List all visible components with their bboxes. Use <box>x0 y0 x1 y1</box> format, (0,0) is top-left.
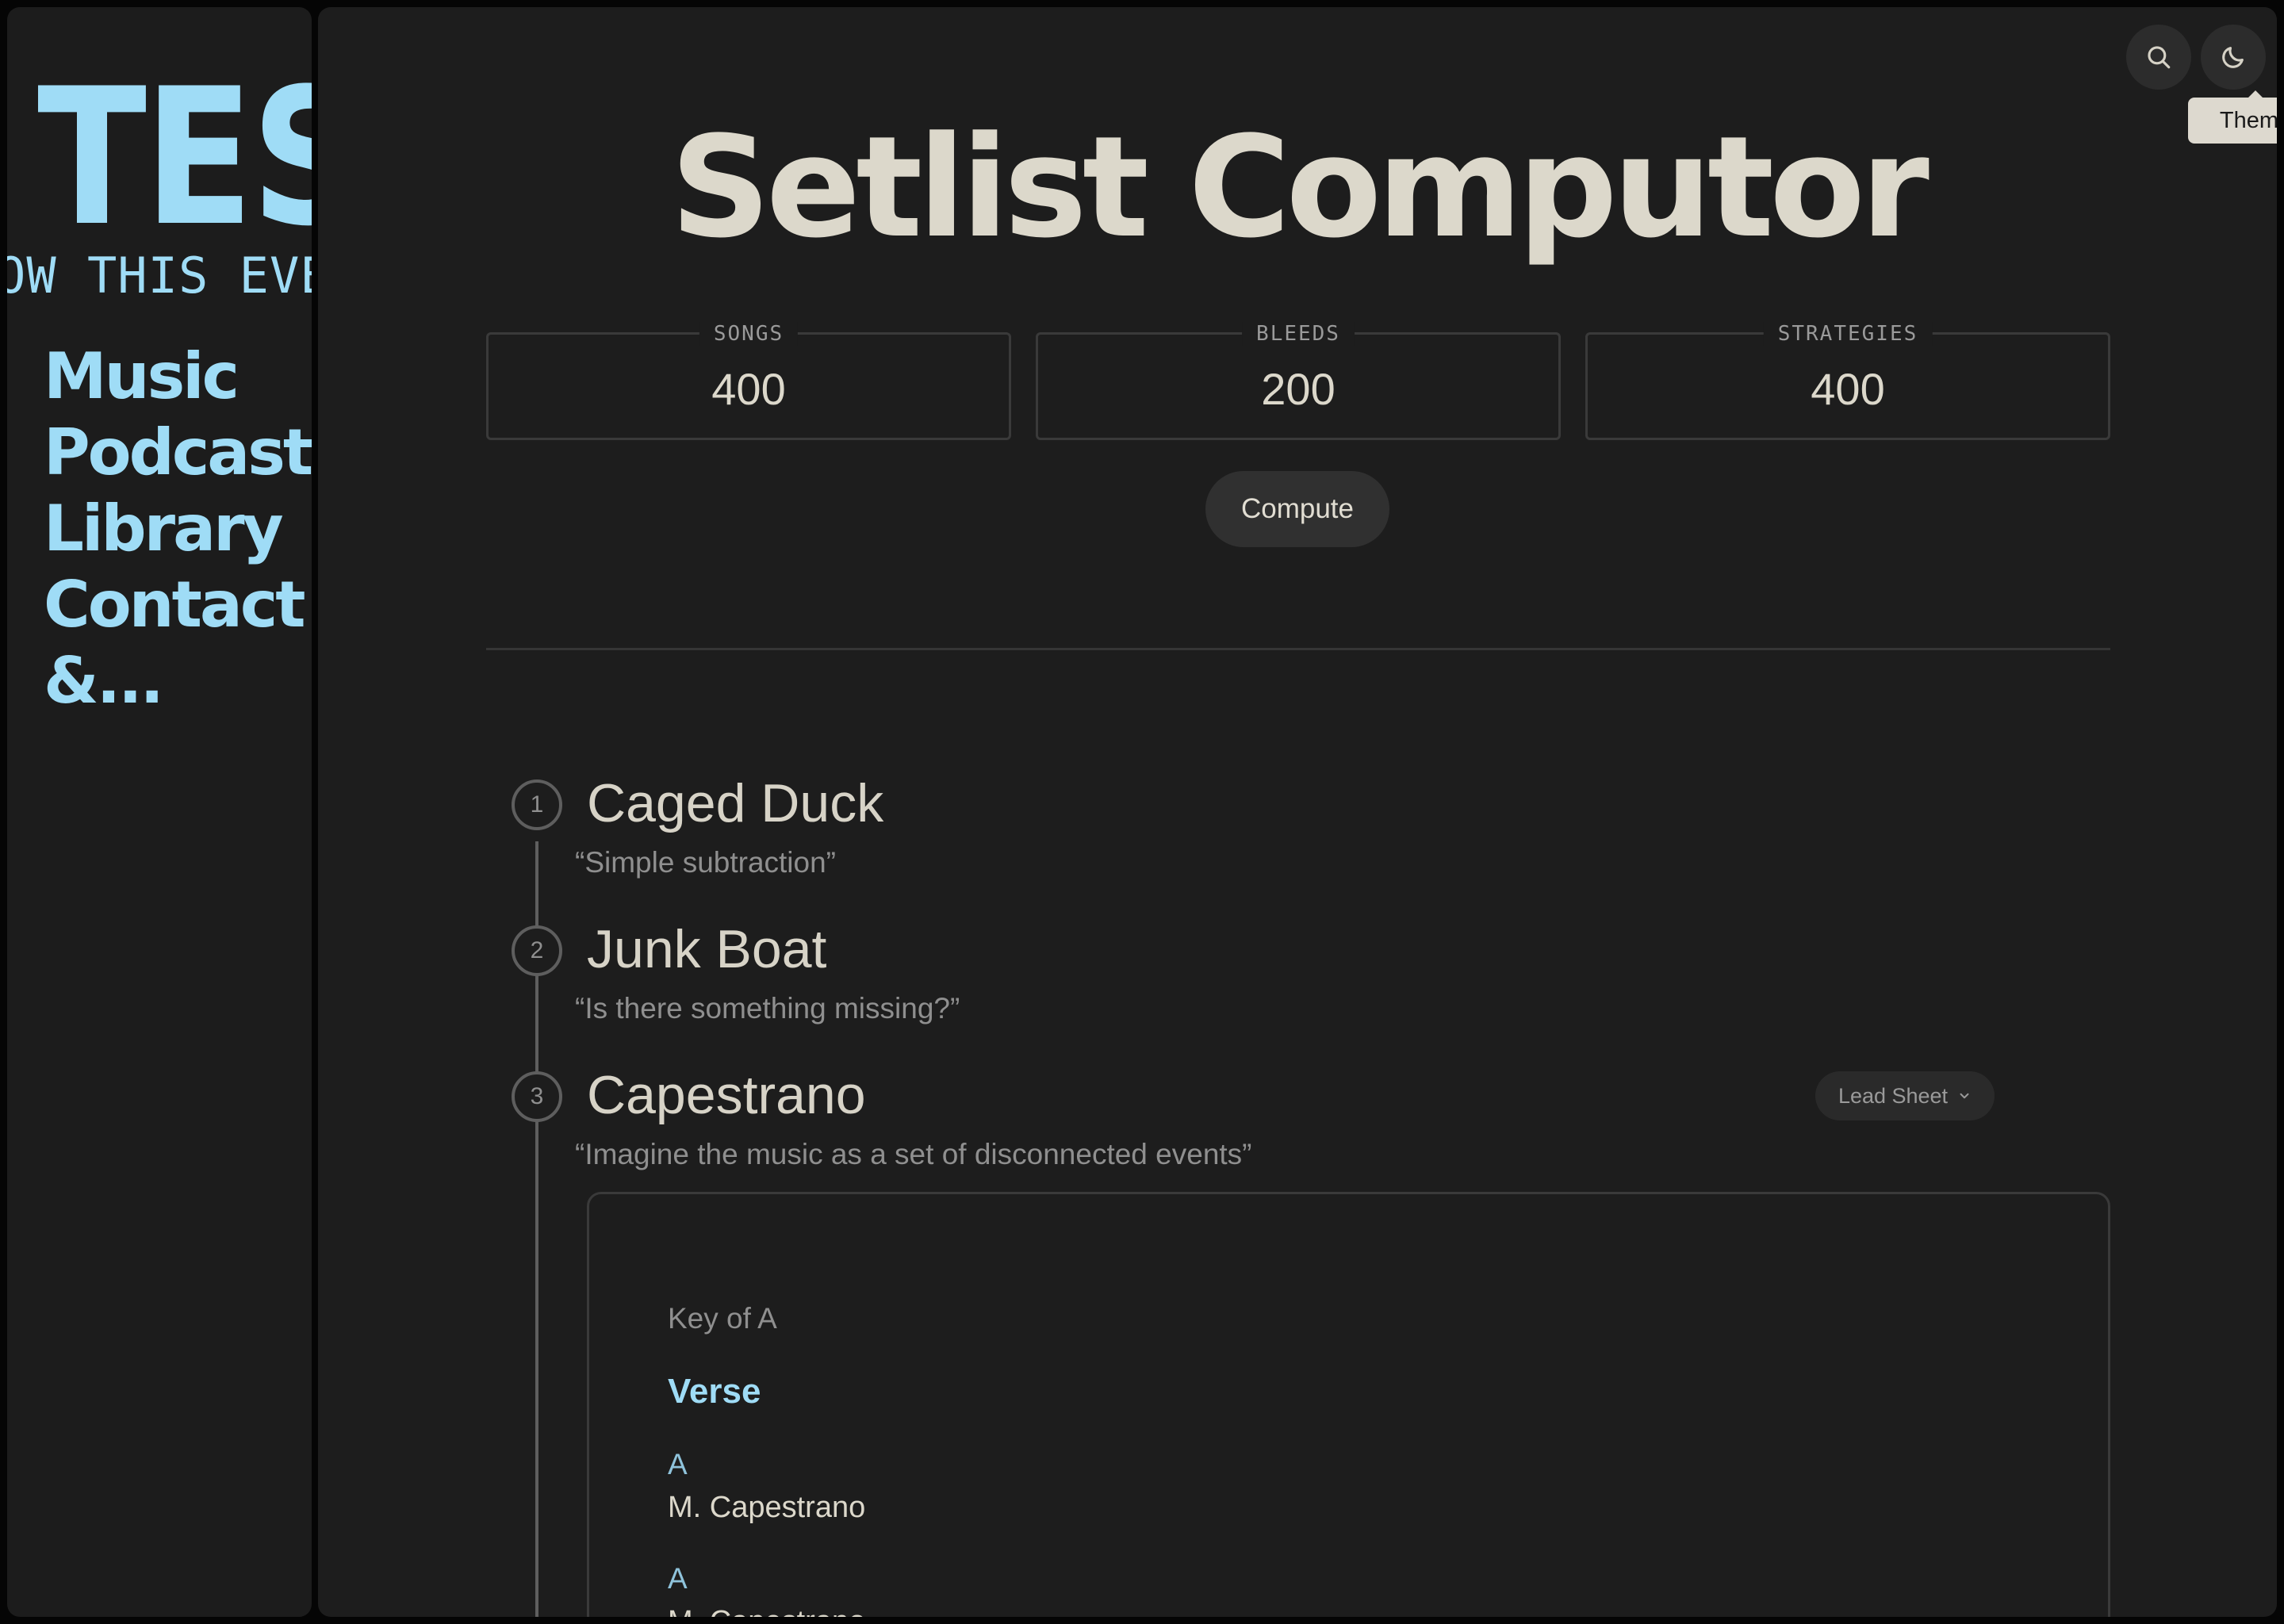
bleeds-input[interactable] <box>1038 349 1558 428</box>
song-number: 3 <box>512 1071 562 1122</box>
song-strategy: “Is there something missing?” <box>575 992 960 1025</box>
song-title: Caged Duck <box>587 773 884 833</box>
app-frame: TES OW THIS EVEN Music Podcast Library C… <box>0 0 2284 1624</box>
compute-button[interactable]: Compute <box>1205 471 1389 547</box>
lead-sheet-key: Key of A <box>668 1302 777 1335</box>
sidebar-nav: Music Podcast Library Contact &... <box>44 339 312 719</box>
lyric-line: M. Capestrano <box>668 1605 865 1617</box>
nav-item-music[interactable]: Music <box>44 339 311 415</box>
song-title: Capestrano <box>587 1065 866 1125</box>
lead-sheet-section: Verse <box>668 1372 761 1411</box>
chord: A <box>668 1562 688 1595</box>
divider <box>486 648 2110 650</box>
strategies-input[interactable] <box>1588 349 2108 428</box>
main-panel: Theme Setlist Computor SONGS BLEEDS STRA… <box>318 7 2277 1617</box>
theme-button[interactable] <box>2201 25 2266 90</box>
nav-item-podcast[interactable]: Podcast <box>44 415 312 491</box>
nav-item-contact[interactable]: Contact <box>44 567 311 643</box>
lead-sheet: Key of A Verse A M. Capestrano A M. Cape… <box>587 1192 2110 1617</box>
view-select[interactable]: Lead Sheet <box>1815 1071 1995 1120</box>
strategies-label: STRATEGIES <box>1763 322 1933 346</box>
search-button[interactable] <box>2126 25 2191 90</box>
moon-icon <box>2222 47 2244 68</box>
song-title: Junk Boat <box>587 919 827 979</box>
songs-fieldset: SONGS <box>486 322 1011 440</box>
sidebar: TES OW THIS EVEN Music Podcast Library C… <box>7 7 312 1617</box>
strategies-fieldset: STRATEGIES <box>1585 322 2110 440</box>
logo-tagline: OW THIS EVEN <box>7 247 312 304</box>
page-title: Setlist Computor <box>670 106 1930 269</box>
nav-item-more[interactable]: &... <box>44 643 311 719</box>
nav-item-library[interactable]: Library <box>44 491 311 567</box>
song-strategy: “Imagine the music as a set of disconnec… <box>575 1138 1252 1170</box>
search-icon <box>2148 46 2171 69</box>
song-strategy: “Simple subtraction” <box>575 846 837 879</box>
song-number: 2 <box>512 925 562 976</box>
song-number: 1 <box>512 779 562 830</box>
lyric-line: M. Capestrano <box>668 1491 866 1524</box>
logo-mark[interactable]: TES <box>37 64 312 253</box>
songs-label: SONGS <box>699 322 799 346</box>
chord: A <box>668 1448 688 1480</box>
bleeds-label: BLEEDS <box>1242 322 1355 346</box>
chevron-down-icon <box>1960 1093 1969 1099</box>
songs-input[interactable] <box>489 349 1009 428</box>
view-select-value: Lead Sheet <box>1838 1083 1949 1108</box>
bleeds-fieldset: BLEEDS <box>1036 322 1561 440</box>
